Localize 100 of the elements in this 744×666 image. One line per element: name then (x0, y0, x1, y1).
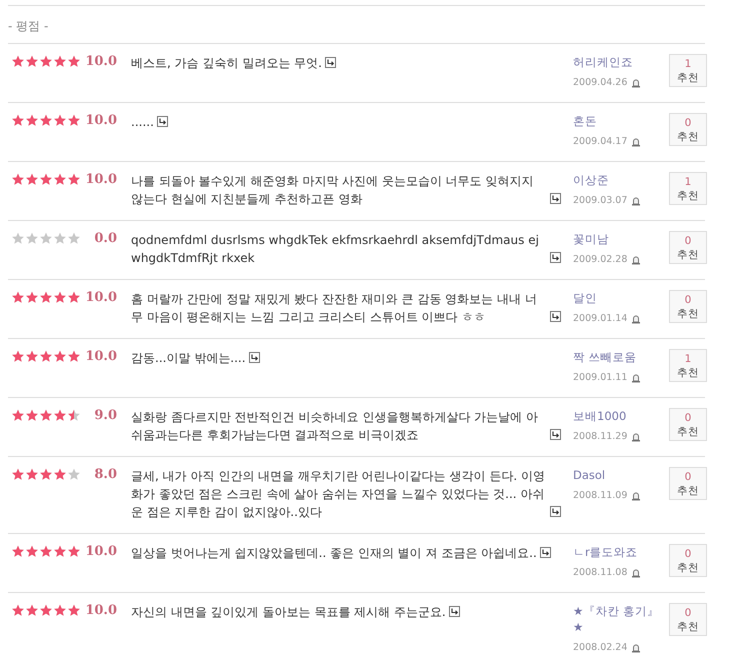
star-icon (25, 114, 39, 127)
username-link[interactable]: Dasol (573, 467, 665, 483)
date: 2009.03.07 (573, 195, 628, 206)
date: 2008.11.09 (573, 490, 628, 501)
star-icon (39, 545, 53, 558)
score: 10.0 (84, 544, 117, 559)
recommend-button[interactable]: 0 추천 (669, 290, 707, 323)
star-icon (11, 232, 25, 245)
recommend-button[interactable]: 0 추천 (669, 467, 707, 500)
star-icon (25, 409, 39, 422)
siren-icon[interactable] (631, 78, 642, 88)
star-icon (11, 173, 25, 186)
star-icon (39, 291, 53, 304)
section-title: - 평점 - (8, 6, 705, 44)
reply-icon[interactable] (324, 57, 336, 68)
siren-icon[interactable] (631, 196, 642, 206)
comment-text: 일상을 벗어나는게 쉽지않았을텐데.. 좋은 인재의 별이 져 조금은 아쉽네요.. (131, 545, 537, 562)
siren-icon[interactable] (631, 136, 642, 146)
star-icon (39, 350, 53, 363)
comment-text: 베스트, 가슴 깊숙히 밀려오는 무엇. (131, 55, 322, 72)
username-link[interactable]: 이상준 (573, 172, 665, 188)
date: 2009.04.17 (573, 136, 628, 147)
recommend-button[interactable]: 1 추천 (669, 349, 707, 382)
star-icon (53, 114, 67, 127)
star-icon (67, 604, 81, 617)
star-icon (25, 55, 39, 68)
score: 10.0 (84, 603, 117, 618)
date: 2008.02.24 (573, 642, 628, 653)
star-icon (39, 604, 53, 617)
siren-icon[interactable] (631, 568, 642, 578)
recommend-button[interactable]: 1 추천 (669, 172, 707, 205)
star-icon (25, 604, 39, 617)
recommend-button[interactable]: 0 추천 (669, 408, 707, 441)
star-icon (67, 545, 81, 558)
star-icon (53, 545, 67, 558)
username-link[interactable]: 달인 (573, 290, 665, 306)
username-link[interactable]: 짝 쓰빼로움 (573, 349, 665, 365)
star-icon (39, 55, 53, 68)
siren-icon[interactable] (631, 372, 642, 382)
score: 8.0 (93, 467, 117, 482)
star-icon (11, 468, 25, 481)
score: 10.0 (84, 290, 117, 305)
date: 2009.04.26 (573, 77, 628, 88)
reply-icon[interactable] (550, 506, 561, 517)
star-icon (53, 291, 67, 304)
reply-icon[interactable] (448, 606, 460, 617)
star-icon (53, 55, 67, 68)
username-link[interactable]: 혼돈 (573, 113, 665, 129)
star-icon (11, 545, 25, 558)
reply-icon[interactable] (550, 252, 561, 263)
date: 2009.02.28 (573, 254, 628, 265)
comment-text: 나를 되돌아 볼수있게 해준영화 마지막 사진에 웃는모습이 너무도 잊혀지지 않는다 현실에 지친분들께 추천하고픈 영화 (131, 173, 535, 208)
star-icon (11, 350, 25, 363)
star-icon (25, 173, 39, 186)
recommend-button[interactable]: 0 추천 (669, 603, 707, 636)
reply-icon[interactable] (156, 116, 168, 127)
comment-text: qodnemfdml dusrlsms whgdkTek ekfmsrkaehrdl aksemfdjTdmaus ej whgdkTdmfRjt rkxek (131, 232, 540, 267)
recommend-button[interactable]: 0 추천 (669, 231, 707, 264)
star-icon (67, 173, 81, 186)
recommend-button[interactable]: 0 추천 (669, 113, 707, 146)
score: 10.0 (84, 54, 117, 69)
star-icon (11, 409, 25, 422)
star-icon (39, 173, 53, 186)
score: 10.0 (84, 113, 117, 128)
siren-icon[interactable] (631, 314, 642, 324)
score: 10.0 (84, 172, 117, 187)
date: 2009.01.14 (573, 313, 628, 324)
username-link[interactable]: 꽃미남 (573, 231, 665, 247)
star-icon (39, 468, 53, 481)
siren-icon[interactable] (631, 490, 642, 500)
star-icon (53, 604, 67, 617)
comment-text: 실화랑 좀다르지만 전반적인건 비슷하네요 인생을행복하게살다 가는날에 아쉬움과는다른 후회가남는다면 결과적으로 비극이겠죠 (131, 409, 539, 444)
username-link[interactable]: 허리케인죠 (573, 54, 665, 70)
siren-icon[interactable] (631, 432, 642, 442)
star-icon (67, 232, 81, 245)
star-icon (67, 350, 81, 363)
star-icon (25, 545, 39, 558)
reply-icon[interactable] (540, 547, 551, 558)
reply-icon[interactable] (550, 193, 561, 204)
recommend-button[interactable]: 0 추천 (669, 544, 707, 577)
star-icon (53, 232, 67, 245)
star-icon (53, 350, 67, 363)
siren-icon[interactable] (631, 642, 642, 652)
username-link[interactable]: ㄴr를도와죠 (573, 544, 665, 560)
star-icon (39, 114, 53, 127)
reply-icon[interactable] (248, 352, 260, 363)
reply-icon[interactable] (550, 311, 561, 322)
recommend-button[interactable]: 1 추천 (669, 54, 707, 87)
reply-icon[interactable] (550, 429, 561, 440)
star-icon (25, 291, 39, 304)
comment-text: ...... (131, 114, 154, 131)
star-icon (67, 409, 81, 422)
star-icon (67, 55, 81, 68)
star-icon (11, 604, 25, 617)
score: 0.0 (93, 231, 117, 246)
star-icon (25, 350, 39, 363)
siren-icon[interactable] (631, 254, 642, 264)
star-icon (11, 55, 25, 68)
username-link[interactable]: 보배1000 (573, 408, 665, 424)
username-link[interactable]: ★『차칸 홍기』★ (573, 603, 665, 635)
